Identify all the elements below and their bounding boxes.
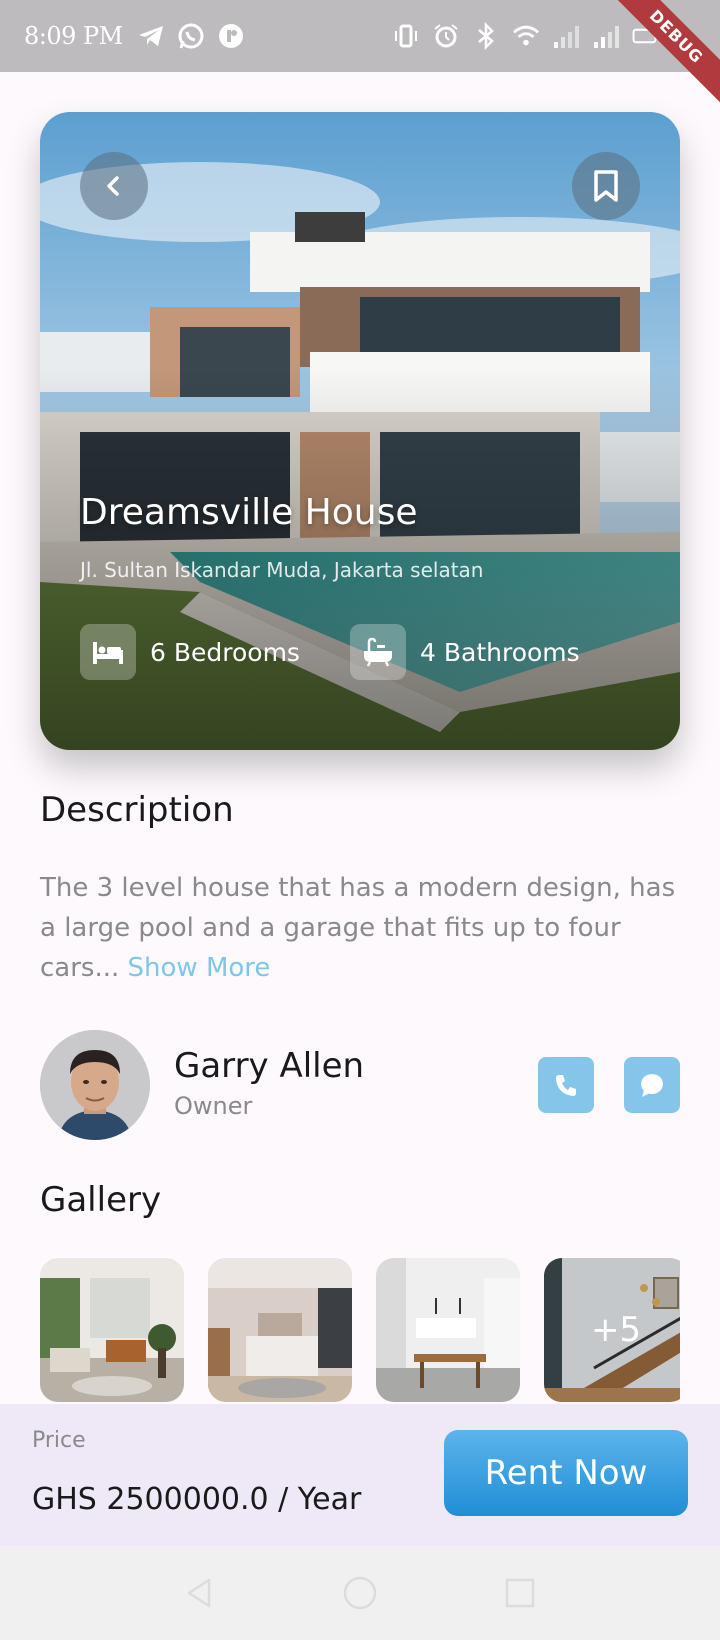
gallery-image-living-room[interactable] [40,1258,184,1402]
back-button[interactable] [80,152,148,220]
gallery-more-count[interactable]: +5 [544,1258,680,1402]
alarm-icon [432,22,460,50]
owner-name: Garry Allen [174,1046,365,1086]
status-right-icons [392,22,660,50]
bookmark-button[interactable] [572,152,640,220]
gallery-image-dining[interactable] [376,1258,520,1402]
bluetooth-icon [472,22,500,50]
bathrooms-label: 4 Bathrooms [420,637,580,667]
status-time: 8:09 PM [24,22,123,50]
property-name: Dreamsville House [80,492,418,533]
bedrooms-feature: 6 Bedrooms [80,624,300,680]
description-text: The 3 level house that has a modern desi… [40,868,690,988]
triangle-back-icon [187,1578,211,1608]
system-navigation-bar [0,1546,720,1640]
avatar [40,1030,150,1140]
wifi-icon [512,22,540,50]
gallery-list: +5 [40,1258,680,1404]
gallery-heading: Gallery [40,1180,162,1220]
price-label: Price [32,1428,86,1453]
show-more-link[interactable]: Show More [128,953,271,983]
property-address: Jl. Sultan Iskandar Muda, Jakarta selata… [80,558,484,582]
signal-icon [552,22,580,50]
square-recents-icon [505,1578,535,1608]
bathrooms-feature: 4 Bathrooms [350,624,580,680]
nav-back-button[interactable] [180,1573,220,1613]
call-button[interactable] [538,1057,594,1113]
chevron-left-icon [107,176,119,196]
price-bar: Price GHS 2500000.0 / Year Rent Now [0,1404,720,1546]
nav-home-button[interactable] [340,1573,380,1613]
price-value: GHS 2500000.0 / Year [32,1482,362,1517]
bookmark-icon [594,170,618,202]
circle-home-icon [343,1576,377,1610]
telegram-icon [137,22,165,50]
debug-banner: DEBUG [601,0,720,112]
gallery-image-stairs[interactable]: +5 [544,1258,680,1402]
rent-now-button[interactable]: Rent Now [444,1430,688,1516]
message-button[interactable] [624,1057,680,1113]
nav-recents-button[interactable] [500,1573,540,1613]
gallery-image-bedroom[interactable] [208,1258,352,1402]
status-bar: 8:09 PM DEBUG [0,0,720,112]
whatsapp-icon [177,22,205,50]
description-heading: Description [40,790,234,830]
status-left-icons [137,22,245,50]
bathtub-icon [350,624,406,680]
chat-bubble-icon [641,1074,663,1097]
vibrate-icon [392,22,420,50]
phone-icon [556,1075,576,1096]
bed-icon [80,624,136,680]
signal-icon-2 [592,22,620,50]
property-hero-card: Dreamsville House Jl. Sultan Iskandar Mu… [40,112,680,750]
bedrooms-label: 6 Bedrooms [150,637,300,667]
owner-role: Owner [174,1092,253,1120]
app-icon [217,22,245,50]
